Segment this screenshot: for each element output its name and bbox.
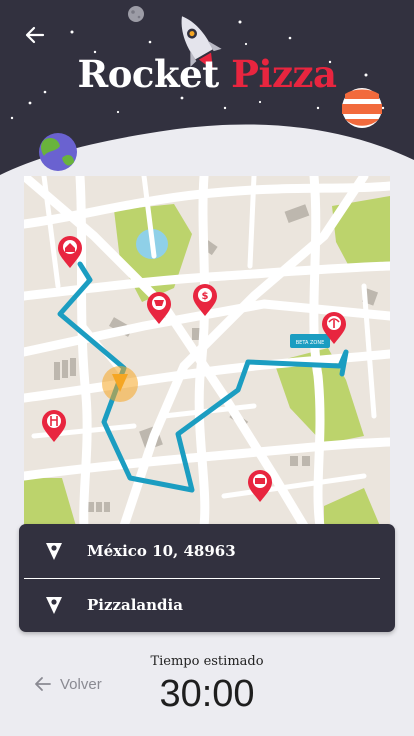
arrow-left-icon bbox=[35, 677, 51, 691]
destination-tag: BETA ZONE bbox=[290, 334, 330, 348]
back-arrow-icon[interactable] bbox=[22, 22, 48, 48]
planet-earth-icon bbox=[39, 133, 77, 171]
route-card: México 10, 48963 Pizzalandia bbox=[19, 524, 395, 632]
delivery-map[interactable]: BETA ZONE $ bbox=[24, 176, 390, 526]
origin-address: México 10, 48963 bbox=[87, 542, 236, 560]
svg-text:BETA ZONE: BETA ZONE bbox=[296, 340, 325, 346]
destination-row[interactable]: Pizzalandia bbox=[19, 578, 395, 632]
logo-word-rocket: Rocket bbox=[77, 52, 220, 96]
svg-text:$: $ bbox=[202, 291, 209, 302]
eta-label: Tiempo estimado bbox=[150, 654, 264, 669]
eta-time: 30:00 bbox=[159, 673, 255, 715]
app-logo: Rocket Pizza bbox=[0, 52, 414, 96]
courier-location-icon bbox=[102, 366, 138, 402]
destination-name: Pizzalandia bbox=[87, 596, 183, 614]
pizza-slice-pin-icon bbox=[46, 597, 62, 614]
moon-icon bbox=[128, 6, 144, 22]
logo-word-pizza: Pizza bbox=[231, 52, 337, 96]
back-button-label: Volver bbox=[60, 675, 102, 693]
back-button[interactable]: Volver bbox=[33, 674, 102, 694]
pizza-slice-pin-icon bbox=[46, 543, 62, 560]
app-header: Rocket Pizza bbox=[0, 0, 414, 175]
origin-row[interactable]: México 10, 48963 bbox=[19, 524, 395, 578]
